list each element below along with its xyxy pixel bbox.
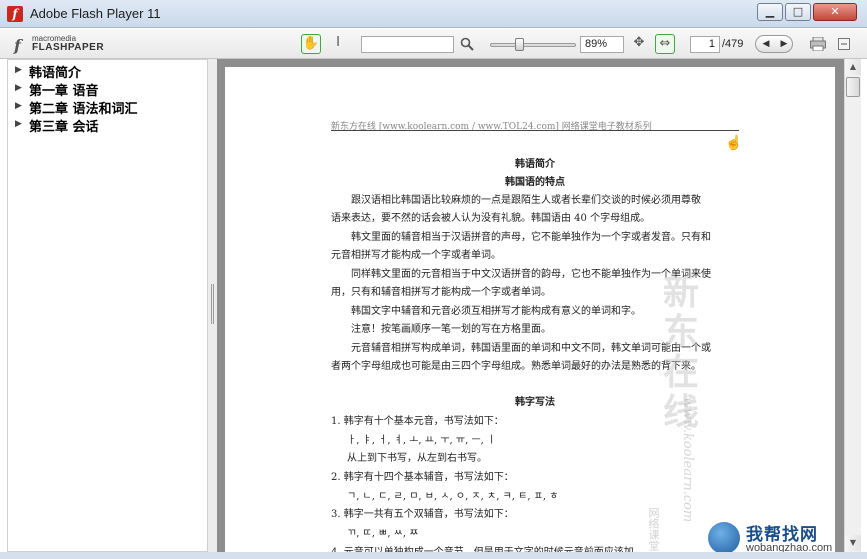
logo-big-text: FLASHPAPER: [32, 42, 105, 53]
options-menu-button[interactable]: [834, 34, 854, 54]
fit-page-icon: ✥: [633, 35, 645, 50]
fit-width-button[interactable]: ⇔: [655, 34, 675, 54]
menu-icon: [838, 38, 850, 50]
text-select-button[interactable]: I: [328, 34, 348, 54]
total-pages: /479: [722, 38, 744, 50]
doc-paragraph-line: 注意！按笔画顺序一笔一划的写在方格里面。: [351, 324, 551, 335]
watermark-url: www.koolearn.com: [680, 397, 695, 523]
hand-icon: ✋: [302, 36, 320, 51]
hand-tool-button[interactable]: ✋: [301, 34, 321, 54]
watermark-small: 网络课堂: [647, 507, 660, 551]
outline-item-label: 第一章 语音: [29, 84, 99, 99]
prev-page-button[interactable]: ◀: [757, 36, 775, 52]
next-page-button[interactable]: ▶: [775, 36, 793, 52]
list-line: ㄲ, ㄸ, ㅃ, ㅆ, ㅉ: [347, 528, 419, 539]
maximize-button[interactable]: □: [785, 3, 811, 21]
window-bottom-border: [0, 552, 867, 559]
scroll-up-arrow[interactable]: ▲: [845, 59, 861, 75]
expand-arrow-icon[interactable]: ▶: [15, 101, 22, 111]
outline-sidebar: ▶ 韩语简介 ▶ 第一章 语音 ▶ 第二章 语法和词汇 ▶ 第三章 会话: [7, 59, 208, 552]
vertical-scrollbar[interactable]: ▲ ▼: [844, 59, 861, 552]
close-button[interactable]: ✕: [813, 3, 857, 21]
page-nav: ◀ ▶: [755, 35, 793, 53]
list-line: 从上到下书写，从左到右书写。: [347, 453, 487, 464]
fit-width-icon: ⇔: [659, 36, 671, 51]
window-title: Adobe Flash Player 11: [30, 6, 161, 21]
expand-arrow-icon[interactable]: ▶: [15, 65, 22, 75]
fit-page-button[interactable]: ✥: [629, 34, 649, 54]
list-line: 3. 韩字一共有五个双辅音，书写法如下：: [331, 509, 514, 520]
list-line: 4. 元音可以单独构成一个音节，但是用于文字的时候元音前面应该加: [331, 543, 634, 552]
doc-paragraph-line: 韩国文字中辅音和元音必须互相拼写才能构成有意义的单词和字。: [351, 306, 641, 317]
print-button[interactable]: [808, 34, 828, 54]
search-button[interactable]: [457, 34, 477, 54]
doc-paragraph-line: 元音辅音相拼写构成单词，韩国语里面的单词和中文不同，韩文单词可能由一个或: [351, 343, 711, 354]
page-number-input[interactable]: 1: [690, 36, 720, 53]
outline-item-label: 第三章 会话: [29, 120, 99, 135]
site-badge: 我帮找网 wobangzhao.com: [708, 520, 860, 556]
doc-paragraph-line: 语来表达，要不然的话会被人认为没有礼貌。韩国语由 40 个字母组成。: [331, 213, 651, 224]
window-titlebar: f Adobe Flash Player 11 ▁ □ ✕: [0, 0, 867, 28]
flash-app-icon: f: [7, 6, 23, 22]
doc-paragraph-line: 者两个字母组成也可能是由三四个字母组成。熟悉单词最好的办法是熟悉的背下来。: [331, 361, 701, 372]
list-line: ㄱ, ㄴ, ㄷ, ㄹ, ㅁ, ㅂ, ㅅ, ㅇ, ㅈ, ㅊ, ㅋ, ㅌ, ㅍ, ㅎ: [347, 491, 559, 502]
outline-item-label: 韩语简介: [29, 66, 82, 81]
splitter-grip[interactable]: [211, 284, 214, 324]
flashpaper-logo: f macromedia FLASHPAPER: [14, 33, 104, 55]
doc-paragraph-line: 用，只有和辅音相拼写才能构成一个字或者单词。: [331, 287, 551, 298]
search-input[interactable]: [361, 36, 454, 53]
list-line: ㅏ, ㅑ, ㅓ, ㅕ, ㅗ, ㅛ, ㅜ, ㅠ, ㅡ, ㅣ: [347, 435, 497, 446]
doc-paragraph-line: 韩文里面的辅音相当于汉语拼音的声母，它不能单独作为一个字或者发音。只有和: [351, 232, 711, 243]
zoom-slider-track[interactable]: [490, 43, 576, 47]
list-line: 2. 韩字有十四个基本辅音，书写法如下：: [331, 472, 514, 483]
doc-paragraph-line: 同样韩文里面的元音相当于中文汉语拼音的韵母，它也不能单独作为一个单词来使: [351, 269, 711, 280]
outline-item-label: 第二章 语法和词汇: [29, 102, 138, 117]
doc-title: 韩语简介: [515, 159, 555, 170]
scroll-thumb[interactable]: [846, 77, 860, 97]
document-viewer[interactable]: 新东方在线 [www.koolearn.com / www.TOL24.com]…: [217, 59, 844, 552]
zoom-input[interactable]: 89%: [580, 36, 624, 53]
list-line: 1. 韩字有十个基本元音，书写法如下：: [331, 416, 504, 427]
globe-icon: [708, 522, 740, 554]
expand-arrow-icon[interactable]: ▶: [15, 119, 22, 129]
doc-subtitle: 韩国语的特点: [505, 177, 565, 188]
expand-arrow-icon[interactable]: ▶: [15, 83, 22, 93]
pane-splitter[interactable]: [208, 59, 217, 552]
zoom-slider-knob[interactable]: [515, 38, 524, 51]
toolbar: f macromedia FLASHPAPER ✋ I 89% ✥ ⇔ 1 /4…: [0, 29, 867, 59]
doc-paragraph-line: 跟汉语相比韩国语比较麻烦的一点是跟陌生人或者长辈们交谈的时候必须用尊敬: [351, 195, 701, 206]
minimize-button[interactable]: ▁: [757, 3, 783, 21]
search-icon: [460, 37, 474, 51]
document-page: 新东方在线 [www.koolearn.com / www.TOL24.com]…: [225, 67, 835, 552]
print-icon: [810, 36, 826, 52]
doc-paragraph-line: 元音相拼写才能构成一个字或者单词。: [331, 250, 501, 261]
hand-cursor-icon: ☝: [725, 135, 743, 151]
header-rule: [331, 130, 739, 131]
flashpaper-logo-icon: f: [14, 36, 21, 55]
text-cursor-icon: I: [336, 35, 340, 50]
